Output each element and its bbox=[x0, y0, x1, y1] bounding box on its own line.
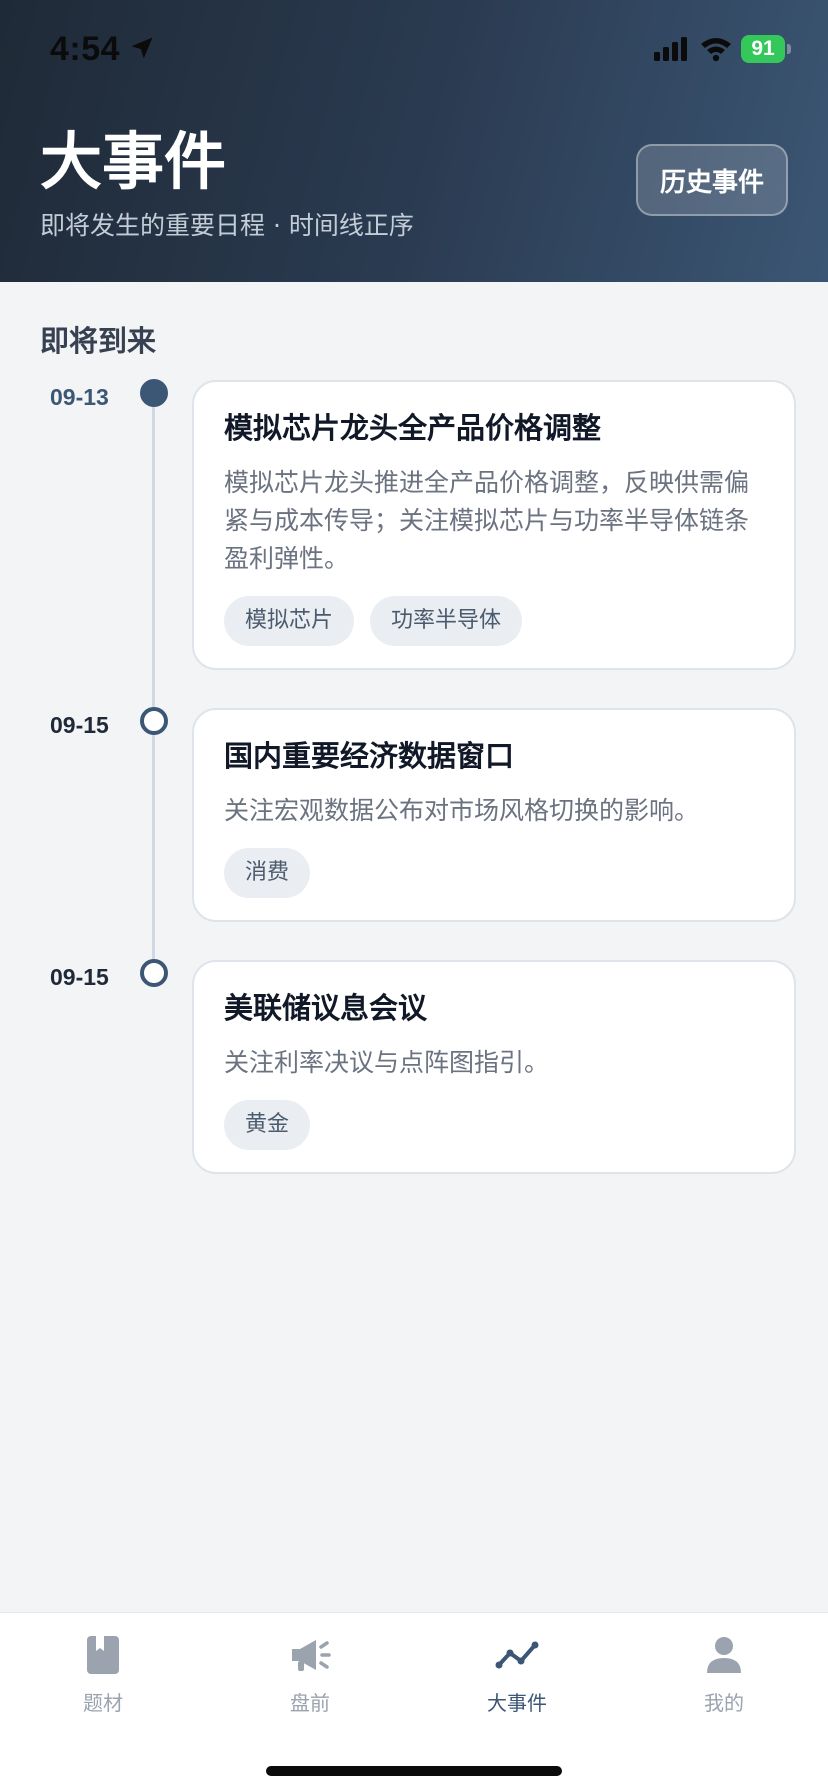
wifi-icon bbox=[701, 38, 731, 62]
event-title: 国内重要经济数据窗口 bbox=[224, 739, 515, 773]
home-indicator[interactable] bbox=[266, 1766, 562, 1776]
tab-premarket[interactable]: 盘前 bbox=[220, 1633, 400, 1733]
cellular-signal-icon bbox=[654, 37, 687, 61]
tag-row: 黄金 bbox=[224, 1100, 311, 1150]
event-tag[interactable]: 黄金 bbox=[224, 1100, 311, 1150]
event-card[interactable]: 模拟芯片龙头全产品价格调整 模拟芯片龙头推进全产品价格调整，反映供需偏紧与成本传… bbox=[192, 380, 796, 670]
page-title: 大事件 bbox=[40, 125, 227, 198]
event-date: 09-13 bbox=[50, 384, 109, 410]
event-card[interactable]: 国内重要经济数据窗口 关注宏观数据公布对市场风格切换的影响。 消费 bbox=[192, 708, 796, 922]
tab-label: 题材 bbox=[83, 1691, 123, 1715]
tab-label: 盘前 bbox=[290, 1691, 330, 1715]
battery-charging-icon: 91 bbox=[741, 35, 785, 63]
page-subtitle: 即将发生的重要日程 · 时间线正序 bbox=[40, 211, 414, 240]
history-events-button-label: 历史事件 bbox=[659, 167, 764, 198]
trend-line-icon bbox=[495, 1641, 539, 1669]
status-bar: 4:54 91 bbox=[0, 0, 828, 100]
tab-label: 大事件 bbox=[487, 1691, 547, 1715]
battery-cap bbox=[787, 44, 791, 54]
person-icon bbox=[707, 1637, 741, 1673]
tab-topics[interactable]: 题材 bbox=[13, 1633, 193, 1733]
megaphone-icon bbox=[292, 1640, 331, 1671]
event-description: 关注利率决议与点阵图指引。 bbox=[224, 1048, 550, 1077]
history-events-button[interactable]: 历史事件 bbox=[636, 144, 788, 216]
book-icon bbox=[87, 1636, 119, 1674]
status-time: 4:54 bbox=[50, 30, 121, 68]
event-date: 09-15 bbox=[50, 712, 109, 738]
page-header: 4:54 91 大事件 即将发生的重要日程 · 时间线正序 历史事件 bbox=[0, 0, 828, 282]
timeline-dot bbox=[140, 959, 168, 987]
timeline-dot bbox=[140, 379, 168, 407]
timeline-dot bbox=[140, 707, 168, 735]
tag-row: 消费 bbox=[224, 848, 311, 898]
event-description: 模拟芯片龙头推进全产品价格调整，反映供需偏紧与成本传导；关注模拟芯片与功率半导体… bbox=[224, 468, 750, 573]
tab-label: 我的 bbox=[704, 1691, 744, 1715]
event-title: 美联储议息会议 bbox=[224, 991, 428, 1025]
event-tag[interactable]: 模拟芯片 bbox=[224, 596, 355, 646]
event-tag[interactable]: 功率半导体 bbox=[370, 596, 523, 646]
event-description: 关注宏观数据公布对市场风格切换的影响。 bbox=[224, 796, 700, 825]
location-arrow-icon bbox=[131, 37, 153, 59]
tab-events[interactable]: 大事件 bbox=[427, 1633, 607, 1733]
timeline-line bbox=[152, 392, 155, 976]
tab-bar: 题材 盘前 大事件 我的 bbox=[0, 1612, 828, 1792]
event-date: 09-15 bbox=[50, 964, 109, 990]
battery-level: 91 bbox=[751, 37, 775, 60]
section-title: 即将到来 bbox=[40, 324, 157, 358]
tag-row: 模拟芯片 功率半导体 bbox=[224, 596, 523, 646]
event-card[interactable]: 美联储议息会议 关注利率决议与点阵图指引。 黄金 bbox=[192, 960, 796, 1174]
tab-profile[interactable]: 我的 bbox=[634, 1633, 814, 1733]
event-tag[interactable]: 消费 bbox=[224, 848, 311, 898]
event-title: 模拟芯片龙头全产品价格调整 bbox=[224, 411, 602, 445]
